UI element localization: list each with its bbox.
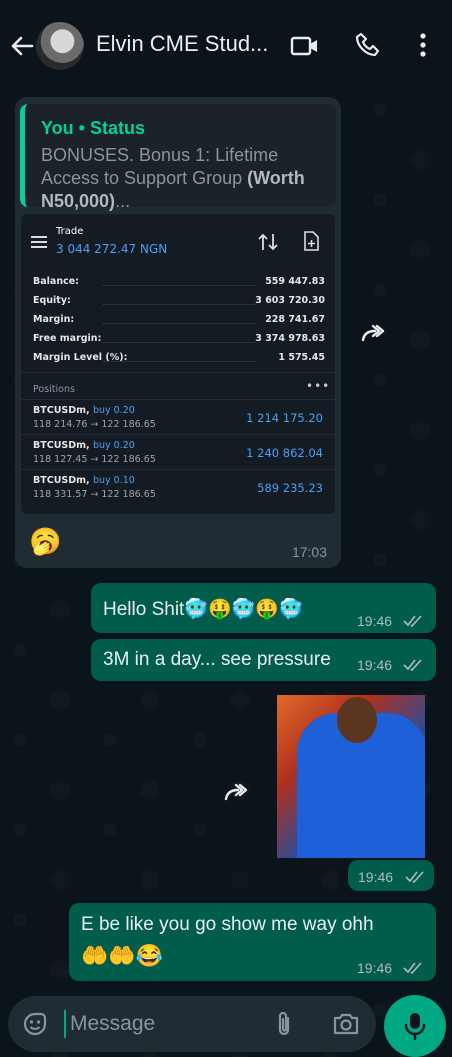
message-time: 17:03 bbox=[291, 544, 327, 560]
back-arrow-icon[interactable] bbox=[8, 32, 36, 60]
incoming-message[interactable]: You • Status BONUSES. Bonus 1: Lifetime … bbox=[15, 97, 341, 568]
phone-icon[interactable] bbox=[354, 30, 382, 60]
double-check-icon bbox=[403, 615, 422, 627]
double-check-icon bbox=[403, 962, 422, 974]
message-text: E be like you go show me way ohh bbox=[81, 914, 374, 935]
contact-name[interactable]: Elvin CME Stud... bbox=[96, 31, 268, 57]
divider bbox=[21, 372, 335, 373]
trade-title: Trade bbox=[56, 226, 84, 237]
position-row: BTCUSDm, buy 0.10 118 331.57 → 122 186.6… bbox=[21, 469, 335, 504]
trade-screenshot[interactable]: Trade 3 044 272.47 NGN Balance: 559 447.8… bbox=[21, 214, 335, 514]
photo-message[interactable] bbox=[277, 695, 425, 858]
outgoing-message[interactable]: 3M in a day... see pressure 19:46 bbox=[91, 639, 436, 681]
positions-more-icon: ••• bbox=[306, 379, 331, 393]
text-caret bbox=[64, 1010, 66, 1038]
outgoing-message[interactable]: E be like you go show me way ohh 🤲🤲😂 19:… bbox=[69, 903, 436, 981]
stat-row-free-margin: Free margin: 3 374 978.63 bbox=[33, 333, 325, 344]
position-row: BTCUSDm, buy 0.20 118 127.45 → 122 186.6… bbox=[21, 434, 335, 469]
photo-subject-head bbox=[337, 697, 377, 743]
quoted-status[interactable]: You • Status BONUSES. Bonus 1: Lifetime … bbox=[20, 104, 336, 211]
sticker-icon[interactable] bbox=[22, 1011, 48, 1037]
double-check-icon bbox=[403, 659, 422, 671]
microphone-icon bbox=[404, 1013, 426, 1041]
message-time: 19:46 bbox=[357, 613, 393, 629]
quote-author: You • Status bbox=[41, 118, 145, 138]
message-text: 3M in a day... see pressure bbox=[103, 649, 331, 670]
message-time: 19:46 bbox=[358, 869, 394, 885]
camera-icon[interactable] bbox=[332, 1012, 360, 1036]
message-emoji: 🤲🤲😂 bbox=[81, 943, 164, 968]
more-vert-icon[interactable] bbox=[414, 30, 432, 60]
positions-title: Positions bbox=[33, 384, 75, 395]
stat-row-balance: Balance: 559 447.83 bbox=[33, 276, 325, 287]
contact-avatar[interactable] bbox=[36, 22, 84, 70]
photo-message-footer: 19:46 bbox=[348, 860, 434, 891]
quote-text: BONUSES. Bonus 1: Lifetime Access to Sup… bbox=[41, 145, 305, 211]
message-input[interactable] bbox=[70, 1010, 260, 1038]
position-row: BTCUSDm, buy 0.20 118 214.76 → 122 186.6… bbox=[21, 399, 335, 434]
double-check-icon bbox=[405, 871, 424, 883]
stat-row-margin-level: Margin Level (%): 1 575.45 bbox=[33, 352, 325, 363]
forward-icon[interactable] bbox=[218, 775, 252, 809]
video-call-icon[interactable] bbox=[290, 32, 320, 60]
message-composer bbox=[8, 996, 376, 1052]
voice-message-button[interactable] bbox=[384, 995, 446, 1057]
outgoing-message[interactable]: Hello Shit🥶🤑🥶🤑🥶 19:46 bbox=[91, 583, 436, 633]
trade-balance: 3 044 272.47 NGN bbox=[56, 242, 168, 256]
message-time: 19:46 bbox=[357, 960, 393, 976]
chat-header: Elvin CME Stud... bbox=[0, 0, 452, 92]
stat-row-margin: Margin: 228 741.67 bbox=[33, 314, 325, 325]
attachment-icon[interactable] bbox=[274, 1010, 294, 1038]
sort-icon bbox=[258, 233, 278, 251]
hamburger-menu-icon bbox=[31, 236, 47, 248]
message-text: Hello Shit🥶🤑🥶🤑🥶 bbox=[103, 599, 303, 620]
stat-row-equity: Equity: 3 603 720.30 bbox=[33, 295, 325, 306]
yawn-emoji: 🥱 bbox=[29, 526, 62, 556]
forward-icon[interactable] bbox=[355, 316, 389, 350]
message-time: 19:46 bbox=[357, 657, 393, 673]
new-order-icon bbox=[304, 231, 319, 251]
